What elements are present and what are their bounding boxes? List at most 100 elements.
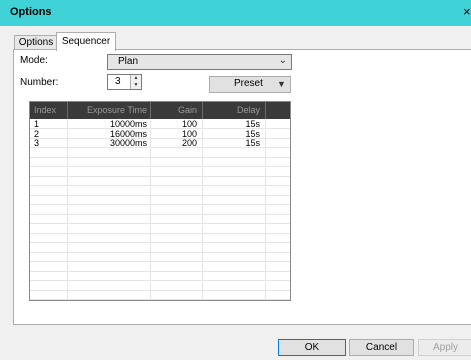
table-cell[interactable] bbox=[68, 148, 151, 158]
table-cell[interactable] bbox=[68, 196, 151, 205]
table-row[interactable] bbox=[30, 262, 290, 272]
stepper-up-icon[interactable]: ▲ bbox=[132, 75, 140, 82]
table-cell[interactable] bbox=[151, 262, 203, 272]
table-cell[interactable] bbox=[68, 215, 151, 224]
table-cell[interactable] bbox=[266, 120, 290, 129]
table-cell[interactable] bbox=[30, 272, 68, 281]
table-row[interactable]: 3 30000ms 200 15s bbox=[30, 139, 290, 148]
table-cell[interactable] bbox=[68, 205, 151, 215]
apply-button[interactable]: Apply bbox=[418, 339, 471, 356]
table-cell[interactable] bbox=[30, 205, 68, 215]
table-cell[interactable]: 15s bbox=[203, 120, 266, 129]
table-cell[interactable]: 3 bbox=[30, 139, 68, 148]
sequence-table[interactable]: Index Exposure Time Gain Delay 1 10000ms 1… bbox=[29, 101, 291, 301]
table-cell[interactable] bbox=[203, 253, 266, 262]
table-row[interactable] bbox=[30, 272, 290, 281]
table-cell[interactable] bbox=[68, 291, 151, 300]
table-cell[interactable] bbox=[30, 158, 68, 167]
table-cell[interactable] bbox=[151, 281, 203, 291]
table-row[interactable] bbox=[30, 281, 290, 291]
column-header[interactable]: Index bbox=[30, 102, 68, 119]
table-cell[interactable] bbox=[151, 291, 203, 300]
table-cell[interactable] bbox=[30, 215, 68, 224]
table-cell[interactable] bbox=[266, 130, 290, 139]
table-cell[interactable] bbox=[68, 186, 151, 196]
table-cell[interactable] bbox=[266, 168, 290, 177]
table-cell[interactable] bbox=[151, 253, 203, 262]
table-cell[interactable] bbox=[266, 149, 290, 158]
cancel-button[interactable]: Cancel bbox=[349, 339, 414, 356]
table-cell[interactable] bbox=[30, 186, 68, 196]
table-cell[interactable] bbox=[151, 186, 203, 196]
table-cell[interactable] bbox=[203, 234, 266, 243]
table-row[interactable] bbox=[30, 253, 290, 262]
table-cell[interactable] bbox=[203, 196, 266, 205]
table-row[interactable]: 1 10000ms 100 15s bbox=[30, 120, 290, 129]
table-cell[interactable] bbox=[151, 272, 203, 281]
table-cell[interactable] bbox=[151, 234, 203, 243]
table-row[interactable] bbox=[30, 177, 290, 186]
table-cell[interactable] bbox=[203, 186, 266, 196]
table-cell[interactable] bbox=[30, 224, 68, 234]
table-cell[interactable] bbox=[203, 215, 266, 224]
table-cell[interactable] bbox=[266, 291, 290, 300]
table-cell[interactable] bbox=[203, 272, 266, 281]
table-cell[interactable] bbox=[68, 234, 151, 243]
table-cell[interactable] bbox=[30, 167, 68, 177]
table-row[interactable] bbox=[30, 224, 290, 234]
table-cell[interactable] bbox=[203, 148, 266, 158]
table-cell[interactable] bbox=[203, 224, 266, 234]
table-cell[interactable] bbox=[266, 177, 290, 186]
table-cell[interactable] bbox=[30, 291, 68, 300]
table-cell[interactable] bbox=[30, 148, 68, 158]
number-stepper[interactable]: 3 ▲ ▼ bbox=[107, 74, 142, 90]
table-cell[interactable] bbox=[68, 224, 151, 234]
table-cell[interactable] bbox=[68, 253, 151, 262]
table-cell[interactable] bbox=[266, 244, 290, 253]
table-cell[interactable] bbox=[266, 215, 290, 224]
table-cell[interactable] bbox=[151, 196, 203, 205]
table-row[interactable] bbox=[30, 148, 290, 158]
table-cell[interactable]: 100 bbox=[151, 120, 203, 129]
column-header[interactable]: Exposure Time bbox=[68, 102, 151, 119]
tab-options[interactable]: Options bbox=[14, 35, 58, 50]
table-row[interactable] bbox=[30, 158, 290, 167]
table-cell[interactable] bbox=[68, 262, 151, 272]
table-row[interactable] bbox=[30, 243, 290, 253]
table-cell[interactable] bbox=[266, 234, 290, 243]
table-cell[interactable] bbox=[30, 177, 68, 186]
table-cell[interactable] bbox=[203, 205, 266, 215]
table-cell[interactable] bbox=[151, 224, 203, 234]
mode-dropdown[interactable]: Plan ⌄ bbox=[107, 54, 292, 70]
table-row[interactable] bbox=[30, 167, 290, 177]
table-cell[interactable] bbox=[68, 243, 151, 253]
table-cell[interactable] bbox=[68, 167, 151, 177]
table-cell[interactable] bbox=[151, 158, 203, 167]
table-cell[interactable] bbox=[266, 139, 290, 148]
close-icon[interactable]: × bbox=[463, 4, 471, 19]
table-cell[interactable]: 1 bbox=[30, 120, 68, 129]
table-cell[interactable] bbox=[266, 196, 290, 205]
table-row[interactable] bbox=[30, 234, 290, 243]
table-cell[interactable]: 30000ms bbox=[68, 139, 151, 148]
tab-sequencer[interactable]: Sequencer bbox=[56, 32, 116, 51]
table-cell[interactable] bbox=[266, 206, 290, 215]
table-row[interactable] bbox=[30, 186, 290, 196]
table-cell[interactable] bbox=[151, 215, 203, 224]
table-cell[interactable] bbox=[203, 281, 266, 291]
table-cell[interactable] bbox=[30, 281, 68, 291]
table-cell[interactable] bbox=[203, 158, 266, 167]
table-cell[interactable] bbox=[151, 205, 203, 215]
table-cell[interactable] bbox=[68, 272, 151, 281]
ok-button[interactable]: OK bbox=[278, 339, 346, 356]
table-cell[interactable] bbox=[30, 234, 68, 243]
table-cell[interactable] bbox=[151, 243, 203, 253]
table-row[interactable] bbox=[30, 205, 290, 215]
preset-button[interactable]: Preset ▼ bbox=[209, 76, 291, 93]
stepper-down-icon[interactable]: ▼ bbox=[132, 82, 140, 89]
table-row[interactable] bbox=[30, 196, 290, 205]
table-row[interactable] bbox=[30, 215, 290, 224]
table-cell[interactable] bbox=[266, 263, 290, 272]
table-cell[interactable] bbox=[203, 167, 266, 177]
table-cell[interactable]: 200 bbox=[151, 139, 203, 148]
